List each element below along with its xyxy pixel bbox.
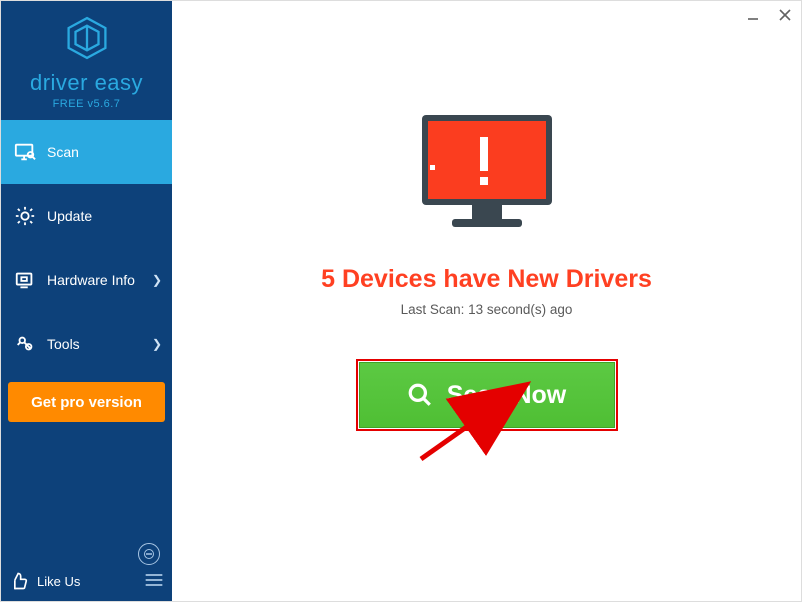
sidebar: driver easy FREE v5.6.7 Scan Update — [1, 1, 172, 601]
sidebar-item-update[interactable]: Update — [1, 184, 172, 248]
sidebar-item-scan[interactable]: Scan — [1, 120, 172, 184]
get-pro-label: Get pro version — [31, 394, 142, 411]
brand-block: driver easy FREE v5.6.7 — [1, 1, 172, 120]
sidebar-item-label: Hardware Info — [47, 272, 152, 288]
brand-version: FREE v5.6.7 — [1, 98, 172, 110]
search-icon — [407, 382, 433, 408]
brand-name: driver easy — [1, 70, 172, 96]
close-icon — [778, 8, 792, 22]
sidebar-item-tools[interactable]: Tools ❯ — [1, 312, 172, 376]
monitor-search-icon — [11, 141, 39, 163]
main-panel: 5 Devices have New Drivers Last Scan: 13… — [172, 1, 801, 601]
feedback-icon[interactable] — [138, 543, 160, 565]
alert-monitor-icon — [412, 109, 562, 239]
like-us-button[interactable]: Like Us — [9, 571, 80, 591]
chevron-right-icon: ❯ — [152, 337, 162, 351]
window-controls — [743, 5, 795, 25]
chevron-right-icon: ❯ — [152, 273, 162, 287]
like-us-label: Like Us — [37, 574, 80, 589]
gear-refresh-icon — [11, 205, 39, 227]
last-scan-text: Last Scan: 13 second(s) ago — [401, 302, 573, 317]
sidebar-footer: Like Us — [1, 537, 172, 601]
brand-logo-icon — [64, 15, 110, 61]
sidebar-item-label: Scan — [47, 144, 162, 160]
scan-result-headline: 5 Devices have New Drivers — [321, 265, 652, 294]
close-button[interactable] — [775, 5, 795, 25]
sidebar-item-label: Update — [47, 208, 162, 224]
scan-now-label: Scan Now — [447, 381, 566, 410]
menu-lines-icon[interactable] — [144, 572, 164, 591]
minimize-icon — [746, 8, 760, 22]
scan-now-highlight-box: Scan Now — [356, 359, 618, 431]
sidebar-item-hardware-info[interactable]: Hardware Info ❯ — [1, 248, 172, 312]
hardware-icon — [11, 269, 39, 291]
thumbs-up-icon — [9, 571, 29, 591]
minimize-button[interactable] — [743, 5, 763, 25]
tools-icon — [11, 333, 39, 355]
scan-now-button[interactable]: Scan Now — [359, 362, 615, 428]
app-window: driver easy FREE v5.6.7 Scan Update — [0, 0, 802, 602]
get-pro-button[interactable]: Get pro version — [8, 382, 165, 422]
sidebar-item-label: Tools — [47, 336, 152, 352]
